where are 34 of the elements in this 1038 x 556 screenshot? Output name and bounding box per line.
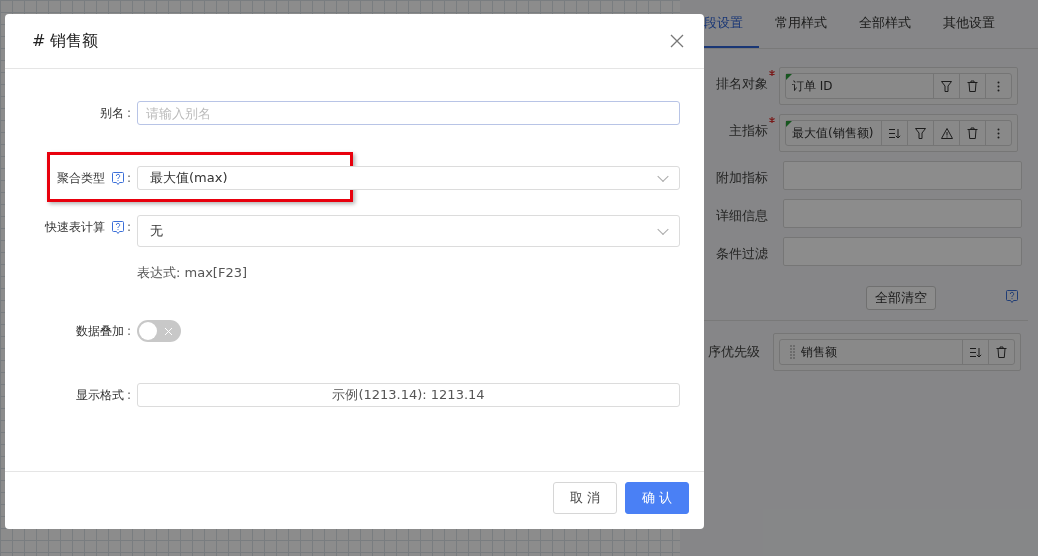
panel-tab[interactable]: 全部样式 <box>843 0 927 48</box>
form-label: 别名 <box>99 104 124 122</box>
format-field[interactable]: 示例(1213.14): 1213.14 <box>137 383 680 407</box>
clear-all-button[interactable]: 全部清空 <box>866 286 936 310</box>
label-colon: : <box>126 171 131 185</box>
field-label: 附加指标 <box>715 169 769 187</box>
field-label: 详细信息 <box>715 207 769 225</box>
cancel-button[interactable]: 取 消 <box>553 482 617 514</box>
field-label: 排名对象 <box>715 75 769 93</box>
label-colon: : <box>126 324 131 338</box>
field-chip[interactable]: 销售额 <box>779 339 1015 365</box>
field-label: 条件过滤 <box>715 245 769 263</box>
field-chip[interactable]: 最大值(销售额) <box>785 120 1012 146</box>
panel-tab[interactable]: 其他设置 <box>927 0 1011 48</box>
drop-zone[interactable]: 订单 ID <box>779 67 1018 105</box>
field-chip[interactable]: 订单 ID <box>785 73 1012 99</box>
form-label: 显示格式 <box>75 386 124 404</box>
dialog-title: # 销售额 <box>32 30 99 52</box>
field-label: 主指标 <box>728 122 769 140</box>
select-field[interactable]: 最大值(max) <box>137 166 680 190</box>
label-colon: : <box>126 106 131 120</box>
field-label: 序优先级 <box>707 343 761 361</box>
form-label: 快速表计算 <box>44 218 105 236</box>
select-field[interactable]: 无 <box>137 215 680 247</box>
label-colon: : <box>126 388 131 402</box>
panel-tab[interactable]: 常用样式 <box>759 0 843 48</box>
drop-zone[interactable]: 销售额 <box>773 333 1021 371</box>
label-colon: : <box>126 220 131 234</box>
form-label: 聚合类型 <box>56 169 105 187</box>
expression-text: 表达式: max[F23] <box>137 264 248 282</box>
alias-input[interactable]: 请输入别名 <box>137 101 680 125</box>
confirm-button[interactable]: 确 认 <box>625 482 689 514</box>
form-label: 数据叠加 <box>75 322 124 340</box>
drop-zone[interactable]: 最大值(销售额) <box>779 114 1018 152</box>
